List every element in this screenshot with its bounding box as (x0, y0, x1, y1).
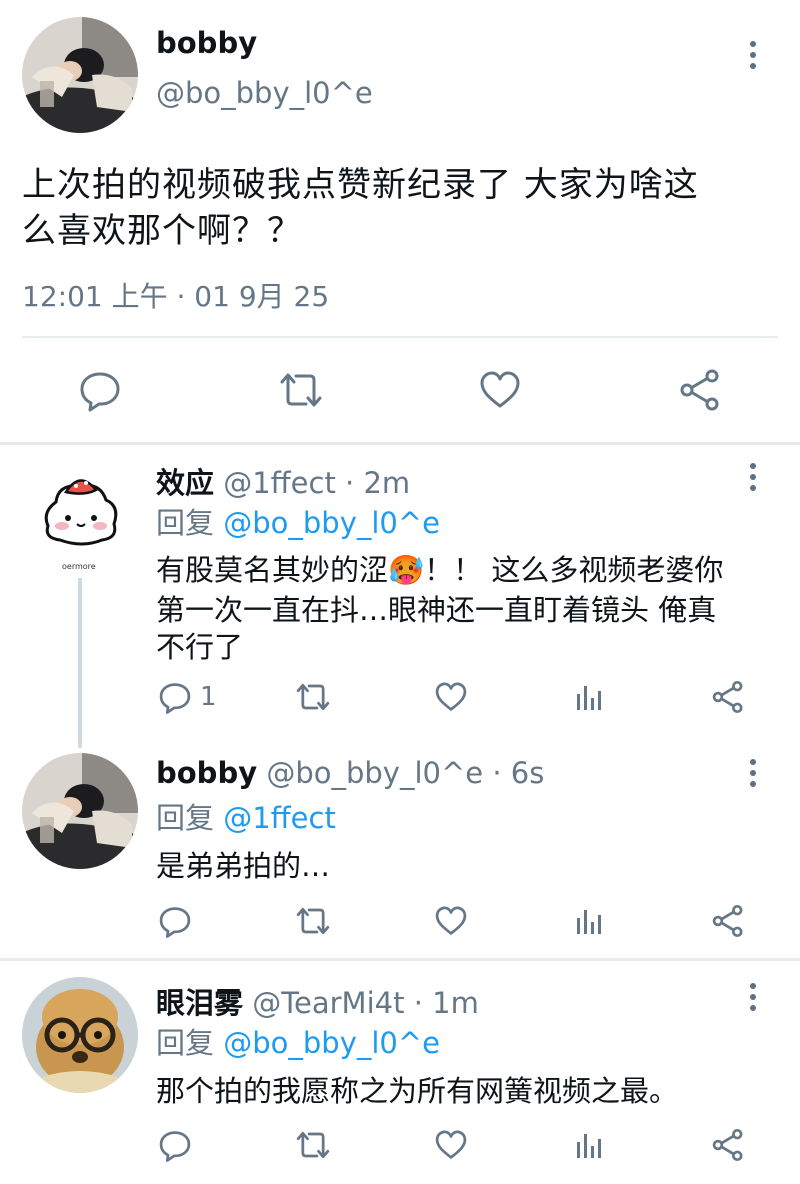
retweet-button[interactable] (295, 681, 331, 713)
like-button[interactable] (434, 680, 468, 714)
share-icon (712, 904, 743, 938)
reply-button[interactable] (158, 904, 192, 938)
reply-icon (159, 1131, 191, 1162)
reply-time: · 1m (413, 986, 479, 1020)
avatar[interactable] (22, 753, 138, 869)
avatar[interactable] (22, 977, 138, 1093)
share-icon (712, 1128, 743, 1162)
share-button[interactable] (711, 904, 745, 938)
share-button[interactable] (678, 368, 722, 412)
retweet-icon (296, 907, 330, 935)
author-handle[interactable]: @bo_bby_l0^e (156, 76, 373, 110)
reply-count: 1 (200, 682, 217, 712)
user-photo-avatar (22, 753, 138, 869)
share-button[interactable] (711, 680, 745, 714)
more-icon[interactable] (741, 37, 765, 73)
replying-to: 回复 @bo_bby_l0^e (156, 500, 440, 542)
section-divider (0, 958, 800, 961)
analytics-button[interactable] (574, 906, 604, 936)
tweet-text-line-1: 上次拍的视频破我点赞新纪录了 大家为啥这 (22, 165, 699, 205)
reply-button[interactable] (78, 368, 122, 412)
author-name[interactable]: bobby (156, 26, 257, 60)
avatar-caption: oermore (62, 562, 96, 571)
analytics-icon (577, 910, 601, 934)
mention-link[interactable]: @bo_bby_l0^e (223, 1026, 440, 1060)
like-button[interactable] (434, 1128, 468, 1162)
share-icon (712, 680, 743, 714)
reply-icon (159, 907, 191, 938)
retweet-icon (296, 683, 330, 711)
retweet-icon (280, 373, 322, 407)
author-name[interactable]: 效应 (156, 466, 214, 500)
reply-header: 效应 @1ffect · 2m (156, 460, 410, 502)
reply-button[interactable]: 1 (158, 680, 217, 714)
reply-prefix: 回复 (156, 1026, 215, 1060)
author-name[interactable]: bobby (156, 756, 257, 790)
user-photo-avatar (22, 17, 138, 133)
like-button[interactable] (434, 904, 468, 938)
analytics-icon (577, 686, 601, 710)
reply-icon (159, 683, 191, 714)
reply-text-line-1: 是弟弟拍的… (156, 849, 331, 883)
heart-icon (480, 371, 520, 408)
reply-header: 眼泪雾 @TearMi4t · 1m (156, 980, 479, 1022)
author-handle[interactable]: @1ffect (223, 466, 336, 500)
reply-text-line-2: 第一次一直在抖…眼神还一直盯着镜头 俺真 (156, 593, 717, 627)
analytics-button[interactable] (574, 682, 604, 712)
mention-link[interactable]: @bo_bby_l0^e (223, 506, 440, 540)
reply-header: bobby @bo_bby_l0^e · 6s (156, 756, 544, 790)
reply-prefix: 回复 (156, 801, 215, 835)
analytics-button[interactable] (574, 1130, 604, 1160)
retweet-button[interactable] (295, 1129, 331, 1161)
avatar[interactable] (22, 456, 138, 572)
heart-icon (435, 1130, 467, 1159)
avatar[interactable] (22, 17, 138, 133)
reply-text-line-3: 不行了 (156, 630, 244, 664)
share-icon (680, 369, 719, 411)
reply-time: · 6s (492, 756, 545, 790)
section-divider (0, 442, 800, 445)
tweet-text-line-2: 么喜欢那个啊？？ (22, 211, 302, 251)
author-handle[interactable]: @bo_bby_l0^e (266, 756, 483, 790)
dog-with-glasses-avatar (22, 977, 138, 1093)
more-icon[interactable] (741, 755, 765, 791)
reply-time: · 2m (345, 466, 411, 500)
reply-button[interactable] (158, 1128, 192, 1162)
heart-icon (435, 682, 467, 711)
retweet-button[interactable] (278, 370, 324, 410)
author-name[interactable]: 眼泪雾 (156, 986, 243, 1020)
thread-line (78, 578, 82, 748)
retweet-button[interactable] (295, 905, 331, 937)
replying-to: 回复 @bo_bby_l0^e (156, 1020, 440, 1062)
reply-icon (80, 372, 120, 412)
more-icon[interactable] (741, 459, 765, 495)
tweet-timestamp[interactable]: 12:01 上午 · 01 9月 25 (22, 275, 329, 315)
mention-link[interactable]: @1ffect (223, 801, 336, 835)
reply-text-line-1: 有股莫名其妙的涩🥵！！ 这么多视频老婆你 (156, 553, 724, 587)
more-icon[interactable] (741, 979, 765, 1015)
reply-prefix: 回复 (156, 506, 215, 540)
reply-text-line-1: 那个拍的我愿称之为所有网簧视频之最。 (156, 1074, 679, 1108)
analytics-icon (577, 1134, 601, 1158)
share-button[interactable] (711, 1128, 745, 1162)
replying-to: 回复 @1ffect (156, 795, 336, 837)
cartoon-bun-avatar (22, 456, 138, 572)
retweet-icon (296, 1131, 330, 1159)
like-button[interactable] (478, 368, 522, 412)
divider (22, 336, 778, 338)
heart-icon (435, 906, 467, 935)
author-handle[interactable]: @TearMi4t (252, 986, 404, 1020)
